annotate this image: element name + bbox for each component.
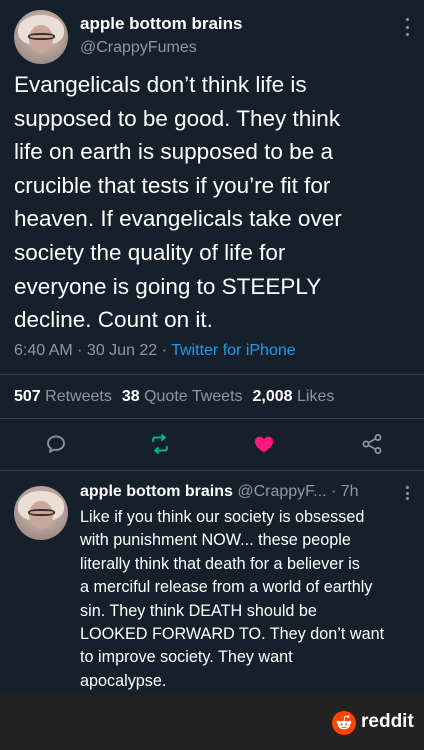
reply-button[interactable] [44,432,68,456]
tweet-source-link[interactable]: Twitter for iPhone [171,342,296,359]
retweets-stat[interactable]: 507 Retweets [14,388,112,405]
like-button[interactable] [252,432,276,456]
quote-tweets-label: Quote Tweets [139,388,243,405]
avatar-glasses [27,508,55,517]
meta-separator: · [157,342,172,359]
retweet-button[interactable] [148,432,172,456]
author-handle[interactable]: @CrappyFumes [80,39,197,57]
retweet-icon [152,434,168,454]
share-icon [362,434,382,454]
likes-stat[interactable]: 2,008 Likes [253,388,335,405]
retweets-count: 507 [14,388,41,405]
tweet-stats: 507 Retweets 38 Quote Tweets 2,008 Likes [14,388,334,406]
divider [0,470,424,471]
heart-filled-icon [254,436,274,453]
retweets-label: Retweets [40,388,112,405]
tweet-date: 30 Jun 22 [86,342,158,359]
author-avatar[interactable] [14,10,68,64]
share-button[interactable] [360,432,384,456]
reply-time: · 7h [330,483,359,500]
likes-label: Likes [292,388,335,405]
reddit-wordmark: reddit [361,711,414,732]
more-options-icon[interactable] [404,18,410,36]
quote-tweets-count: 38 [121,388,140,405]
reply-header: apple bottom brains @CrappyF... · 7h [80,483,416,501]
likes-count: 2,008 [252,388,293,405]
tweet-text: Evangelicals don’t think life is suppose… [14,72,342,333]
author-name[interactable]: apple bottom brains [80,14,242,34]
reply-author-name[interactable]: apple bottom brains [80,483,233,500]
reddit-logo-icon [332,711,356,735]
divider [0,418,424,419]
tweet-timestamp: 6:40 AM · 30 Jun 22 · Twitter for iPhone [14,342,296,360]
avatar-glasses [27,32,55,41]
tweet-time: 6:40 AM [14,342,73,359]
meta-separator: · [72,342,87,359]
quote-tweets-stat[interactable]: 38 Quote Tweets [122,388,243,405]
reply-text: Like if you think our society is obsesse… [80,508,385,690]
reply-author-avatar[interactable] [14,486,68,540]
reply-more-options-icon[interactable] [404,486,410,500]
comment-icon [47,435,65,453]
divider [0,374,424,375]
reply-author-handle[interactable]: @CrappyF... [237,483,326,500]
